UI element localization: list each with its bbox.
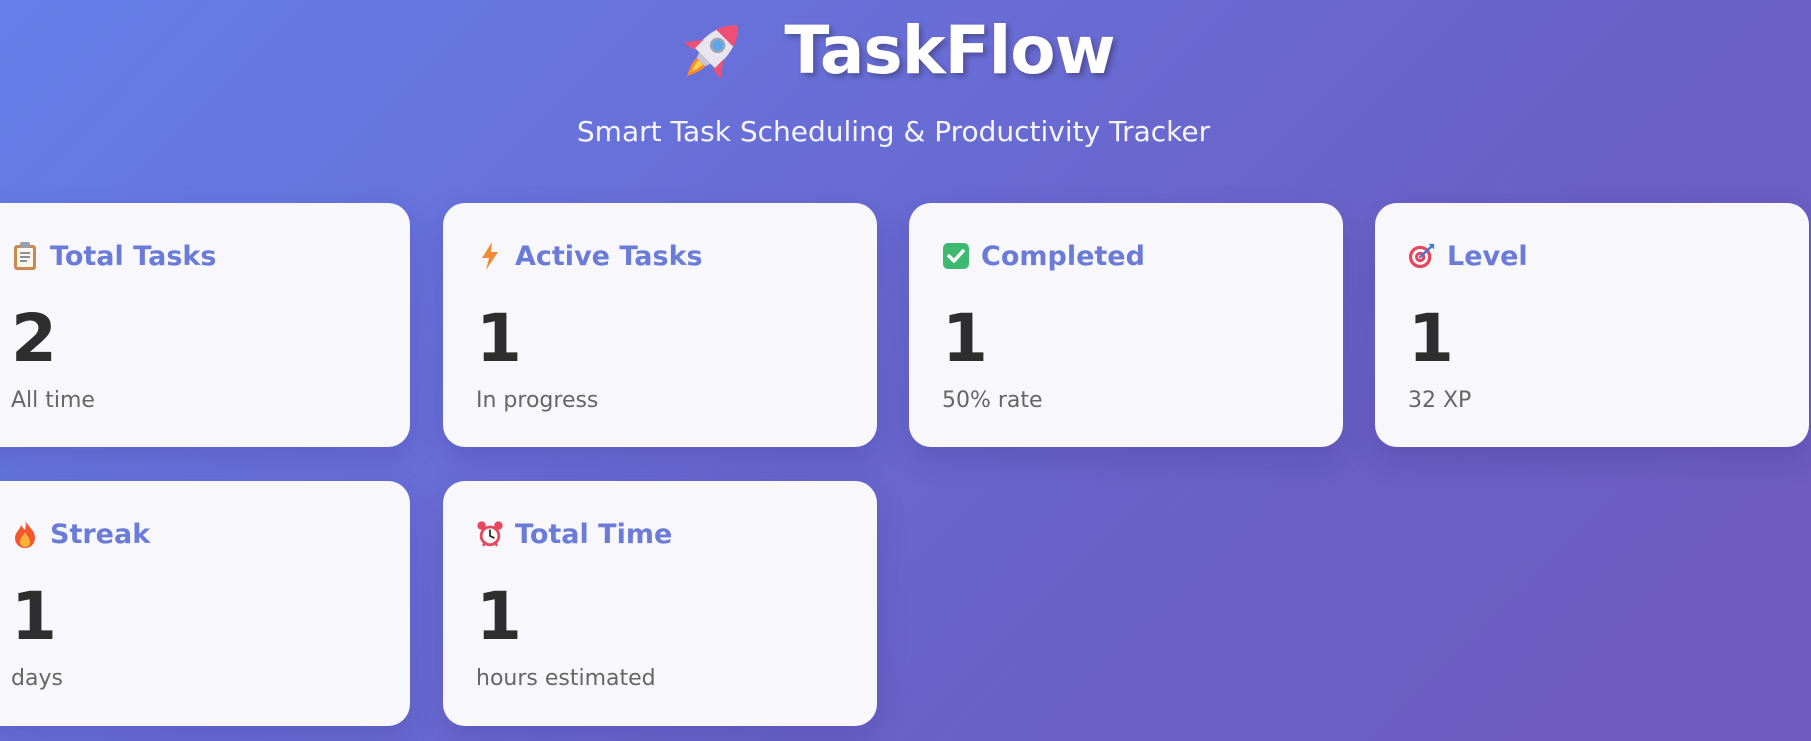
stat-card-total-tasks: Total Tasks 2 All time <box>0 203 410 447</box>
stat-card-title: Completed <box>981 240 1145 272</box>
stat-card-value: 1 <box>476 300 522 377</box>
stat-card-title: Streak <box>50 518 151 550</box>
check-mark-icon <box>942 240 970 272</box>
stat-card-title: Active Tasks <box>515 240 703 272</box>
app-title: TaskFlow <box>784 12 1115 89</box>
stat-card-streak: Streak 1 days <box>0 481 410 726</box>
stat-card-header: Total Tasks <box>11 240 216 272</box>
stat-card-completed: Completed 1 50% rate <box>909 203 1343 447</box>
rocket-icon <box>672 11 752 91</box>
title-row: TaskFlow <box>0 4 1787 98</box>
lightning-icon <box>476 240 504 272</box>
stat-card-header: Total Time <box>476 518 672 550</box>
fire-icon <box>11 518 39 550</box>
stat-card-caption: days <box>11 666 63 691</box>
app-header: TaskFlow Smart Task Scheduling & Product… <box>0 0 1787 170</box>
stat-card-title: Total Time <box>515 518 673 550</box>
stat-card-total-time: Total Time 1 hours estimated <box>443 481 877 726</box>
clipboard-icon <box>11 240 39 272</box>
stat-card-caption: 32 XP <box>1408 388 1472 413</box>
stat-card-value: 1 <box>476 578 522 655</box>
stat-card-caption: hours estimated <box>476 666 656 691</box>
alarm-clock-icon <box>476 518 504 550</box>
stat-card-caption: In progress <box>476 388 599 413</box>
stat-card-title: Level <box>1447 240 1528 272</box>
stat-card-header: Level <box>1408 240 1528 272</box>
stat-card-level: Level 1 32 XP <box>1375 203 1809 447</box>
stat-card-header: Streak <box>11 518 150 550</box>
stat-card-header: Completed <box>942 240 1145 272</box>
app-subtitle: Smart Task Scheduling & Productivity Tra… <box>576 115 1211 148</box>
stat-card-caption: 50% rate <box>942 388 1043 413</box>
stat-card-title: Total Tasks <box>50 240 217 272</box>
stat-card-caption: All time <box>11 388 95 413</box>
stat-card-value: 1 <box>1408 300 1454 377</box>
target-icon <box>1408 240 1436 272</box>
stat-card-value: 1 <box>942 300 988 377</box>
stat-card-header: Active Tasks <box>476 240 703 272</box>
stat-card-active-tasks: Active Tasks 1 In progress <box>443 203 877 447</box>
stat-card-value: 2 <box>11 300 57 377</box>
stat-card-value: 1 <box>11 578 57 655</box>
